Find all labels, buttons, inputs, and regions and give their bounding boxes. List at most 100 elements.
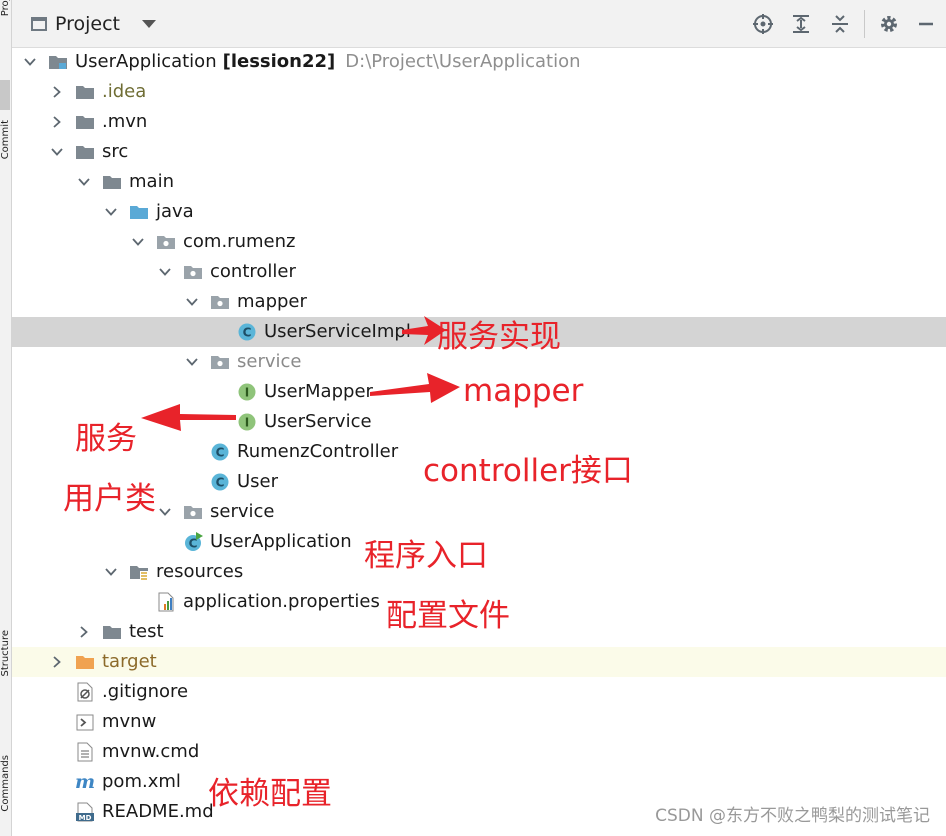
tree-item-label: mvnw xyxy=(102,710,156,734)
chevron-down-icon[interactable] xyxy=(157,264,173,280)
tree-row[interactable]: mvnw.cmd xyxy=(12,737,946,767)
tree-item-name: pom.xml xyxy=(102,771,181,792)
tree-row[interactable]: mvnw xyxy=(12,707,946,737)
package-icon xyxy=(210,292,230,312)
tree-item-name: mvnw xyxy=(102,711,157,732)
tree-item-name: controller xyxy=(210,261,296,282)
module-folder-icon xyxy=(48,52,68,72)
annotation-controller: controller接口 xyxy=(423,453,633,489)
tree-item-label: service xyxy=(210,500,274,524)
tree-row[interactable]: main xyxy=(12,167,946,197)
chevron-right-icon[interactable] xyxy=(49,84,65,100)
settings-button[interactable] xyxy=(878,13,900,35)
tree-item-label: README.md xyxy=(102,800,214,824)
tree-row[interactable]: .gitignore xyxy=(12,677,946,707)
tree-row[interactable]: m pom.xml xyxy=(12,767,946,797)
class-icon: C xyxy=(237,322,257,342)
tree-item-name: mvnw.cmd xyxy=(102,741,200,762)
tree-row[interactable]: .mvn xyxy=(12,107,946,137)
chevron-down-icon[interactable] xyxy=(103,204,119,220)
chevron-down-icon[interactable] xyxy=(184,354,200,370)
watermark: CSDN @东方不败之鸭梨的测试笔记 xyxy=(655,806,930,826)
project-tool-tab[interactable]: Project xyxy=(0,0,10,62)
svg-text:I: I xyxy=(245,416,249,430)
tree-item-label: RumenzController xyxy=(237,440,398,464)
hide-button[interactable] xyxy=(915,13,937,35)
tree-item-label: java xyxy=(156,200,194,224)
project-toolbar: Project xyxy=(12,0,946,48)
folder-icon xyxy=(102,172,122,192)
annotation-config: 配置文件 xyxy=(386,598,510,634)
tree-item-label: pom.xml xyxy=(102,770,181,794)
tree-item-name: service xyxy=(210,501,275,522)
chevron-down-icon[interactable] xyxy=(142,20,157,28)
chevron-down-icon[interactable] xyxy=(130,234,146,250)
svg-text:C: C xyxy=(216,446,225,460)
tree-row[interactable]: com.rumenz xyxy=(12,227,946,257)
tree-item-label: User xyxy=(237,470,278,494)
class-icon: C xyxy=(210,442,230,462)
tree-row[interactable]: java xyxy=(12,197,946,227)
tree-item-name: java xyxy=(156,201,194,222)
chevron-down-icon[interactable] xyxy=(184,294,200,310)
excluded-folder-icon xyxy=(75,652,95,672)
text-file-icon xyxy=(75,742,95,762)
chevron-down-icon[interactable] xyxy=(22,54,38,70)
tree-item-label: main xyxy=(129,170,174,194)
tree-item-name: UserApplication xyxy=(210,531,352,552)
resources-folder-icon xyxy=(129,562,149,582)
tree-item-label: UserMapper xyxy=(264,380,373,404)
tree-row[interactable]: I UserService xyxy=(12,407,946,437)
tree-row[interactable]: .idea xyxy=(12,77,946,107)
tree-row[interactable]: src xyxy=(12,137,946,167)
tree-item-label: test xyxy=(129,620,164,644)
module-path: D:\Project\UserApplication xyxy=(345,51,581,72)
tree-item-name: application.properties xyxy=(183,591,380,612)
tree-row[interactable]: target xyxy=(12,647,946,677)
tree-item-name: service xyxy=(237,351,302,372)
collapse-all-button[interactable] xyxy=(829,13,851,35)
chevron-down-icon[interactable] xyxy=(49,144,65,160)
tree-item-name: main xyxy=(129,171,174,192)
select-opened-file-button[interactable] xyxy=(752,13,774,35)
view-title: Project xyxy=(55,13,121,35)
annotation-mapper: mapper xyxy=(463,373,584,409)
svg-text:m: m xyxy=(75,772,95,792)
chevron-down-icon[interactable] xyxy=(103,564,119,580)
tree-item-name: .mvn xyxy=(102,111,148,132)
tree-item-label: UserApplication [lession22] D:\Project\Use… xyxy=(75,50,581,74)
minimize-icon xyxy=(919,22,933,26)
chevron-right-icon[interactable] xyxy=(49,114,65,130)
commit-tool-tab[interactable]: Commit xyxy=(0,120,10,210)
tree-item-label: .idea xyxy=(102,80,146,104)
chevron-down-icon[interactable] xyxy=(157,504,173,520)
tree-row[interactable]: controller xyxy=(12,257,946,287)
annotation-entry: 程序入口 xyxy=(364,538,488,574)
crosshair-icon xyxy=(753,14,773,34)
gitignore-icon xyxy=(75,682,95,702)
tree-item-name: RumenzController xyxy=(237,441,399,462)
tree-item-label: UserServiceImpl xyxy=(264,320,411,344)
chevron-right-icon[interactable] xyxy=(49,654,65,670)
tree-item-name: mapper xyxy=(237,291,307,312)
commands-tool-tab[interactable]: Commands xyxy=(0,755,10,836)
gear-icon xyxy=(881,16,897,32)
tree-row[interactable]: UserApplication [lession22] D:\Project\Use… xyxy=(12,47,946,77)
chevron-right-icon[interactable] xyxy=(76,624,92,640)
tree-item-name: resources xyxy=(156,561,244,582)
tree-item-label: .mvn xyxy=(102,110,147,134)
tree-item-label: resources xyxy=(156,560,243,584)
tree-item-label: mapper xyxy=(237,290,307,314)
tree-item-label: .gitignore xyxy=(102,680,188,704)
annotation-service-impl: 服务实现 xyxy=(437,319,561,355)
view-selector[interactable]: Project xyxy=(31,12,157,36)
expand-all-button[interactable] xyxy=(790,13,812,35)
annotation-user-class: 用户类 xyxy=(63,481,156,517)
tool-window-strip: Project Commit Structure Commands xyxy=(0,0,12,836)
tree-item-name: UserServiceImpl xyxy=(264,321,411,342)
package-icon xyxy=(156,232,176,252)
structure-tool-tab[interactable]: Structure xyxy=(0,630,10,725)
tree-item-label: UserService xyxy=(264,410,372,434)
chevron-down-icon[interactable] xyxy=(76,174,92,190)
maven-icon: m xyxy=(75,771,95,793)
